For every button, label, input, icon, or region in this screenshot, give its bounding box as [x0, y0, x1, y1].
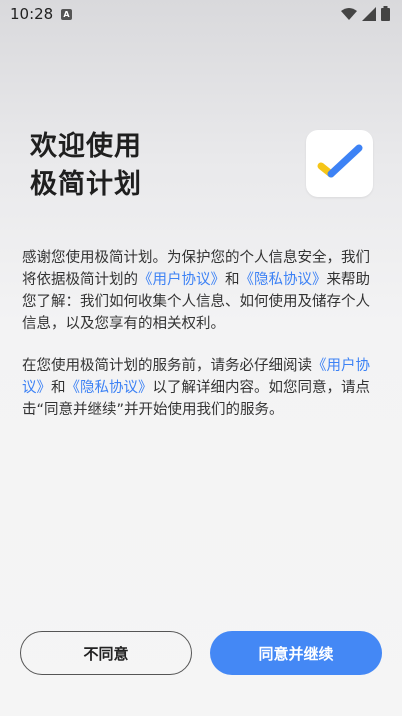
status-bar: 10:28 A — [0, 0, 402, 28]
text: 和 — [51, 380, 66, 396]
privacy-agreement-link[interactable]: 《隐私协议》 — [240, 272, 327, 288]
status-time: 10:28 — [10, 5, 54, 23]
welcome-title: 欢迎使用 极简计划 — [30, 128, 142, 204]
paragraph-2: 在您使用极简计划的服务前，请务必仔细阅读《用户协议》和《隐私协议》以了解详细内容… — [22, 355, 382, 421]
wifi-icon — [341, 7, 357, 20]
disagree-button[interactable]: 不同意 — [20, 631, 192, 675]
signal-icon — [362, 6, 376, 21]
status-icons — [341, 6, 390, 21]
agree-continue-button[interactable]: 同意并继续 — [210, 631, 382, 675]
user-agreement-link[interactable]: 《用户协议》 — [138, 272, 225, 288]
paragraph-1: 感谢您使用极简计划。为保护您的个人信息安全，我们将依据极简计划的《用户协议》和《… — [22, 247, 382, 335]
app-logo-icon — [306, 130, 373, 197]
notification-icon: A — [61, 9, 72, 20]
title-line-2: 极简计划 — [30, 169, 142, 200]
text: 和 — [225, 272, 240, 288]
privacy-notice: 感谢您使用极简计划。为保护您的个人信息安全，我们将依据极简计划的《用户协议》和《… — [22, 247, 382, 441]
privacy-agreement-link[interactable]: 《隐私协议》 — [66, 380, 153, 396]
text: 在您使用极简计划的服务前，请务必仔细阅读 — [22, 358, 312, 374]
battery-icon — [381, 6, 390, 21]
check-mark-app-icon — [317, 144, 363, 178]
title-line-1: 欢迎使用 — [30, 131, 142, 162]
